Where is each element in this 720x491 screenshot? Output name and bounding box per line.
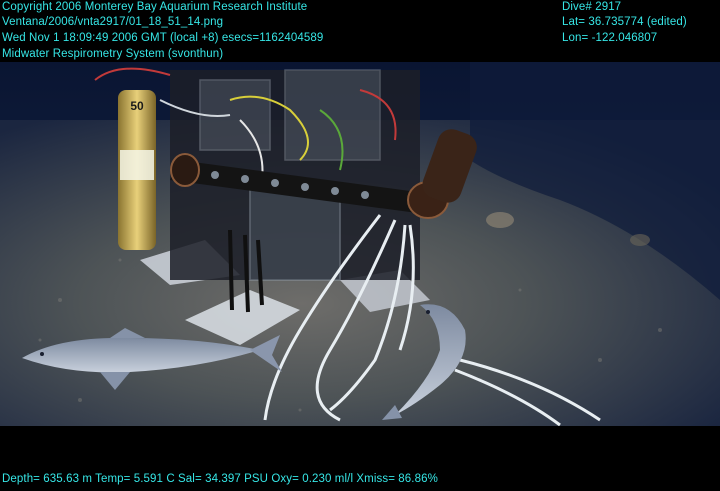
latitude-text: Lat= 36.735774 (edited) — [562, 16, 687, 28]
dive-number-text: Dive# 2917 — [562, 1, 622, 13]
bottle-label: 50 — [130, 99, 144, 113]
rock — [486, 212, 514, 228]
system-text: Midwater Respirometry System (svonthun) — [2, 48, 224, 60]
seafloor-scene: 50 — [0, 0, 720, 486]
telemetry-text: Depth= 635.63 m Temp= 5.591 C Sal= 34.39… — [2, 473, 438, 485]
longitude-text: Lon= -122.046807 — [562, 32, 658, 44]
copyright-text: Copyright 2006 Monterey Bay Aquarium Res… — [2, 1, 308, 13]
rock — [630, 234, 650, 246]
video-frame: 50 — [0, 0, 720, 486]
timestamp-text: Wed Nov 1 18:09:49 2006 GMT (local +8) e… — [2, 32, 324, 44]
file-path-text: Ventana/2006/vnta2917/01_18_51_14.png — [2, 16, 224, 28]
